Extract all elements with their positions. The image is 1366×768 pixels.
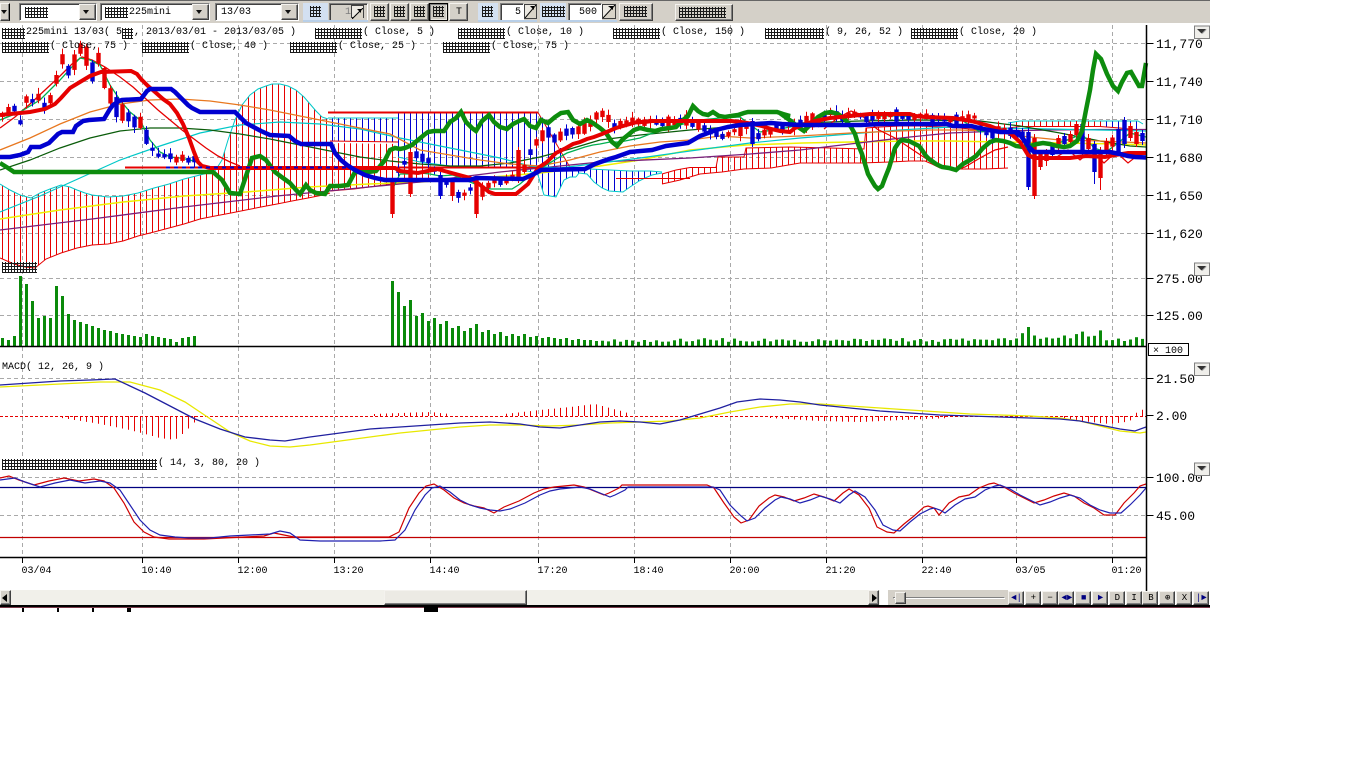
svg-text:11,620: 11,620 [1156,227,1203,242]
svg-text:21:20: 21:20 [826,566,856,577]
svg-text:2.00: 2.00 [1156,409,1187,424]
svg-text:13:20: 13:20 [334,566,364,577]
svg-text:11,710: 11,710 [1156,113,1203,128]
svg-text:03/05: 03/05 [1016,565,1046,577]
svg-text:11,740: 11,740 [1156,75,1203,90]
svg-text:12:00: 12:00 [238,566,268,577]
svg-text:14:40: 14:40 [430,566,460,577]
svg-text:11,770: 11,770 [1156,37,1203,52]
svg-text:03/04: 03/04 [22,565,52,577]
svg-text:21.50: 21.50 [1156,372,1195,387]
svg-text:01:20: 01:20 [1112,566,1142,577]
svg-text:125.00: 125.00 [1156,309,1203,324]
svg-text:11,680: 11,680 [1156,151,1203,166]
svg-text:20:00: 20:00 [730,566,760,577]
svg-text:17:20: 17:20 [538,566,568,577]
svg-text:10:40: 10:40 [142,566,172,577]
svg-text:11,650: 11,650 [1156,189,1203,204]
svg-text:× 100: × 100 [1153,346,1183,357]
svg-text:45.00: 45.00 [1156,509,1195,524]
svg-text:MACD( 12, 26, 9 ): MACD( 12, 26, 9 ) [2,361,104,373]
svg-text:22:40: 22:40 [922,566,952,577]
svg-text:18:40: 18:40 [634,566,664,577]
